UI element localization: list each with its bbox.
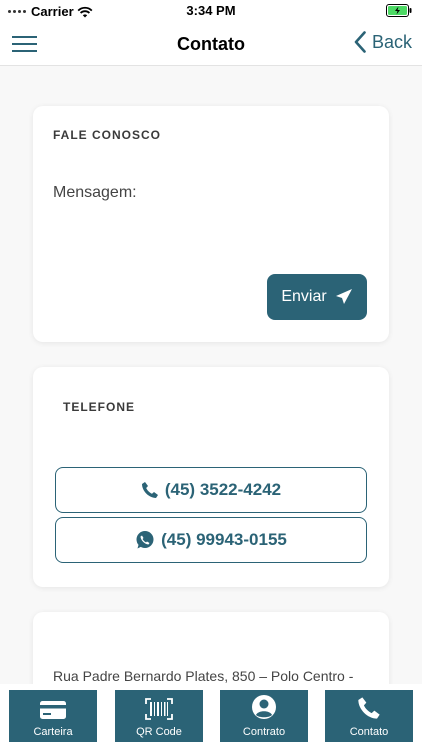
back-button[interactable]: Back — [354, 31, 412, 53]
whatsapp-button[interactable]: (45) 99943-0155 — [55, 517, 367, 563]
chevron-left-icon — [354, 31, 366, 53]
tab-qr-code[interactable]: QR Code — [115, 690, 203, 742]
whatsapp-number: (45) 99943-0155 — [161, 530, 287, 549]
phone-section-title: TELEFONE — [63, 400, 136, 414]
paper-plane-icon — [335, 289, 352, 304]
send-label: Enviar — [281, 288, 327, 305]
message-input[interactable]: Mensagem: — [53, 184, 137, 202]
tab-label: Contato — [349, 726, 389, 738]
whatsapp-icon — [136, 531, 154, 549]
tab-label: Carteira — [33, 726, 73, 738]
tab-label: QR Code — [136, 726, 182, 738]
user-circle-icon — [252, 695, 276, 719]
tab-carteira[interactable]: Carteira — [9, 690, 97, 742]
credit-card-icon — [40, 701, 66, 719]
tab-label: Contrato — [242, 726, 286, 738]
status-time: 3:34 PM — [186, 3, 236, 18]
back-label: Back — [371, 31, 412, 52]
phone-icon — [358, 697, 380, 719]
status-bar: Carrier 3:34 PM — [0, 0, 422, 22]
contact-section-title: FALE CONOSCO — [53, 128, 162, 142]
tab-contato[interactable]: Contato — [325, 690, 413, 742]
address-text: Rua Padre Bernardo Plates, 850 – Polo Ce… — [53, 668, 354, 684]
phone-number: (45) 3522-4242 — [164, 480, 282, 499]
call-phone-button[interactable]: (45) 3522-4242 — [55, 467, 367, 513]
navigation-bar: Contato Back — [0, 22, 422, 66]
send-button[interactable]: Enviar — [267, 274, 367, 320]
phone-card: TELEFONE (45) 3522-4242 (45) 99943-0155 — [33, 367, 389, 587]
phone-icon — [141, 482, 158, 498]
barcode-icon — [145, 698, 173, 720]
contact-form-card: FALE CONOSCO Mensagem: Enviar — [33, 106, 389, 342]
battery-icon — [386, 4, 412, 20]
tab-bar: Carteira QR Code Contrato Contato — [0, 684, 422, 750]
tab-contrato[interactable]: Contrato — [220, 690, 308, 742]
